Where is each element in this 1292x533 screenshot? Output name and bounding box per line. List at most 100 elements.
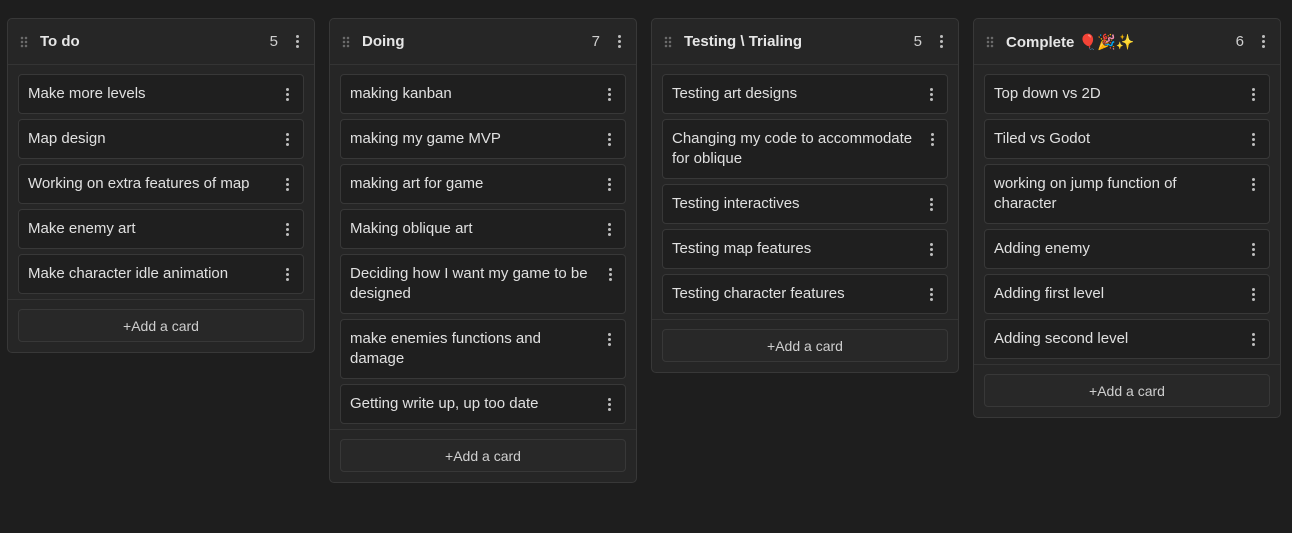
card[interactable]: Working on extra features of map [18, 164, 304, 204]
card-text: Working on extra features of map [28, 175, 250, 192]
card-text: making my game MVP [350, 130, 501, 147]
card-text: Testing art designs [672, 85, 798, 102]
card[interactable]: Making oblique art [340, 209, 626, 249]
card-text: Tiled vs Godot [994, 130, 1091, 147]
add-card-button[interactable]: +Add a card [18, 309, 304, 342]
card-text: Map design [28, 130, 106, 147]
card-menu-icon[interactable] [602, 85, 616, 103]
card[interactable]: making kanban [340, 74, 626, 114]
column-title: Complete 🎈🎉✨ [1006, 33, 1135, 51]
column-header: Doing 7 [330, 19, 636, 65]
card[interactable]: Testing interactives [662, 184, 948, 224]
card-text: Getting write up, up too date [350, 395, 539, 412]
column-title: Testing \ Trialing [684, 33, 803, 50]
card-menu-icon[interactable] [280, 265, 294, 283]
column-footer: +Add a card [330, 429, 636, 482]
card-list: Testing art designs Changing my code to … [652, 65, 958, 314]
column-menu-icon[interactable] [612, 33, 626, 51]
card-menu-icon[interactable] [602, 395, 616, 413]
card-menu-icon[interactable] [1246, 330, 1260, 348]
column-title: To do [40, 33, 80, 50]
card[interactable]: Changing my code to accommodate for obli… [662, 119, 948, 179]
drag-handle-icon[interactable] [20, 35, 28, 48]
card-text: Testing character features [672, 285, 845, 302]
drag-handle-icon[interactable] [664, 35, 672, 48]
card[interactable]: Adding first level [984, 274, 1270, 314]
card-count: 5 [913, 33, 922, 50]
column-menu-icon[interactable] [934, 33, 948, 51]
card-text: Testing map features [672, 240, 812, 257]
card-menu-icon[interactable] [602, 220, 616, 238]
kanban-board: To do 5 Make more levels Map design Work… [0, 0, 1292, 533]
column-footer: +Add a card [974, 364, 1280, 417]
card-menu-icon[interactable] [280, 130, 294, 148]
card-text: Make character idle animation [28, 265, 229, 282]
card-menu-icon[interactable] [280, 220, 294, 238]
column-footer: +Add a card [8, 299, 314, 352]
card-text: working on jump function of character [994, 175, 1177, 212]
card[interactable]: Adding second level [984, 319, 1270, 359]
card-menu-icon[interactable] [602, 130, 616, 148]
card[interactable]: Make enemy art [18, 209, 304, 249]
column-header: To do 5 [8, 19, 314, 65]
card-menu-icon[interactable] [602, 330, 616, 348]
drag-handle-icon[interactable] [342, 35, 350, 48]
column-menu-icon[interactable] [1256, 33, 1270, 51]
card-menu-icon[interactable] [924, 285, 938, 303]
card-menu-icon[interactable] [1246, 285, 1260, 303]
card-list: making kanban making my game MVP making … [330, 65, 636, 424]
card[interactable]: Testing map features [662, 229, 948, 269]
card-text: Make enemy art [28, 220, 136, 237]
card-menu-icon[interactable] [1246, 85, 1260, 103]
card-text: Adding enemy [994, 240, 1090, 257]
card[interactable]: making art for game [340, 164, 626, 204]
card-text: make enemies functions and damage [350, 330, 541, 367]
column-menu-icon[interactable] [290, 33, 304, 51]
card-text: Making oblique art [350, 220, 473, 237]
card-text: Changing my code to accommodate for obli… [672, 130, 913, 167]
card[interactable]: Testing art designs [662, 74, 948, 114]
card[interactable]: Top down vs 2D [984, 74, 1270, 114]
card-menu-icon[interactable] [280, 85, 294, 103]
card-text: Adding first level [994, 285, 1105, 302]
card[interactable]: working on jump function of character [984, 164, 1270, 224]
card-text: making art for game [350, 175, 484, 192]
card-text: Testing interactives [672, 195, 800, 212]
card[interactable]: Map design [18, 119, 304, 159]
add-card-button[interactable]: +Add a card [984, 374, 1270, 407]
card-count: 6 [1235, 33, 1244, 50]
card-menu-icon[interactable] [924, 240, 938, 258]
card[interactable]: Make character idle animation [18, 254, 304, 294]
card-menu-icon[interactable] [602, 175, 616, 193]
card-menu-icon[interactable] [1246, 130, 1260, 148]
card-menu-icon[interactable] [1246, 175, 1260, 193]
column-header: Complete 🎈🎉✨ 6 [974, 19, 1280, 65]
column-header: Testing \ Trialing 5 [652, 19, 958, 65]
column-title: Doing [362, 33, 405, 50]
card[interactable]: Getting write up, up too date [340, 384, 626, 424]
card-menu-icon[interactable] [1246, 240, 1260, 258]
add-card-button[interactable]: +Add a card [340, 439, 626, 472]
card[interactable]: make enemies functions and damage [340, 319, 626, 379]
card[interactable]: Make more levels [18, 74, 304, 114]
card-text: Adding second level [994, 330, 1129, 347]
card-menu-icon[interactable] [927, 130, 938, 148]
card-count: 5 [269, 33, 278, 50]
card-menu-icon[interactable] [280, 175, 294, 193]
card[interactable]: Adding enemy [984, 229, 1270, 269]
column-complete: Complete 🎈🎉✨ 6 Top down vs 2D Tiled vs G… [973, 18, 1281, 418]
card-menu-icon[interactable] [924, 85, 938, 103]
card-list: Make more levels Map design Working on e… [8, 65, 314, 294]
card-text: Top down vs 2D [994, 85, 1101, 102]
card-menu-icon[interactable] [605, 265, 616, 283]
drag-handle-icon[interactable] [986, 35, 994, 48]
column-testing: Testing \ Trialing 5 Testing art designs… [651, 18, 959, 373]
card-menu-icon[interactable] [924, 195, 938, 213]
card[interactable]: Testing character features [662, 274, 948, 314]
card[interactable]: Deciding how I want my game to be design… [340, 254, 626, 314]
column-todo: To do 5 Make more levels Map design Work… [7, 18, 315, 353]
card[interactable]: Tiled vs Godot [984, 119, 1270, 159]
add-card-button[interactable]: +Add a card [662, 329, 948, 362]
card[interactable]: making my game MVP [340, 119, 626, 159]
card-list: Top down vs 2D Tiled vs Godot working on… [974, 65, 1280, 359]
